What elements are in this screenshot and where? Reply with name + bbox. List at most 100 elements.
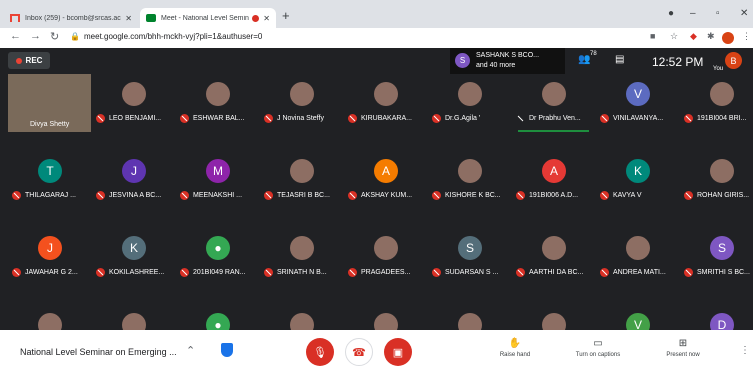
camera-icon[interactable]: ■ <box>650 31 655 41</box>
participant-name: LEO BENJAMI... <box>109 114 162 122</box>
participant-name: KISHORE K BC... <box>445 191 501 199</box>
self-avatar[interactable]: B <box>725 52 742 69</box>
participant-tile[interactable]: S SMRITHI S BC... <box>680 228 753 286</box>
mic-muted-icon <box>264 267 273 277</box>
participant-tile[interactable]: PRAGADEES... <box>344 228 427 286</box>
camera-off-button[interactable]: ▣ <box>384 338 412 366</box>
meeting-title[interactable]: National Level Seminar on Emerging ... <box>20 347 177 357</box>
participant-tile[interactable]: V VINILAVANYA... <box>596 74 679 132</box>
close-icon[interactable]: ✕ <box>125 14 132 23</box>
mic-muted-icon <box>432 113 441 123</box>
profile-avatar[interactable] <box>722 32 734 44</box>
tab-meet[interactable]: Meet - National Level Semin ✕ <box>140 8 276 28</box>
participant-tile[interactable]: A 191BI006 A.D... <box>512 151 595 209</box>
participant-name: MEENAKSHI ... <box>193 191 243 199</box>
forward-icon[interactable]: → <box>30 30 41 42</box>
participant-label: AARTHI DA BC... <box>516 266 583 278</box>
participant-label: KAVYA V <box>600 189 642 201</box>
participant-tile[interactable]: KISHORE K BC... <box>428 151 511 209</box>
raise-hand-button[interactable]: ✋ Raise hand <box>480 338 550 358</box>
url-field[interactable]: meet.google.com/bhh-mckh-vyj?pli=1&authu… <box>84 32 262 41</box>
participant-label: MEENAKSHI ... <box>180 189 242 201</box>
participant-name: TEJASRI B BC... <box>277 191 330 199</box>
participant-tile[interactable]: Dr.G.Agila ' <box>428 74 511 132</box>
participant-label: JAWAHAR G 2... <box>12 266 78 278</box>
participant-tile[interactable]: J JAWAHAR G 2... <box>8 228 91 286</box>
participant-label: THILAGARAJ ... <box>12 189 76 201</box>
participant-name: Divya Shetty <box>30 120 70 128</box>
captions-button[interactable]: ▭ Turn on captions <box>563 338 633 358</box>
minimize-icon[interactable]: – <box>690 8 696 19</box>
menu-icon[interactable]: ⋮ <box>742 31 751 42</box>
avatar-photo <box>458 82 482 106</box>
more-options-icon[interactable]: ⋮ <box>740 345 750 356</box>
participant-tile[interactable]: ESHWAR BAL... <box>176 74 259 132</box>
close-window-icon[interactable]: ✕ <box>740 8 748 19</box>
avatar-photo <box>710 159 734 183</box>
maximize-icon[interactable]: ▫ <box>716 8 720 19</box>
mic-muted-icon <box>684 113 693 123</box>
account-icon[interactable]: ● <box>668 8 674 19</box>
participant-tile[interactable]: A AKSHAY KUM... <box>344 151 427 209</box>
participant-tile[interactable]: ROHAN GIRIS... <box>680 151 753 209</box>
tab-inbox[interactable]: Inbox (259) - bcomb@srcas.ac.in ✕ <box>4 8 138 28</box>
participant-tile[interactable]: TEJASRI B BC... <box>260 151 343 209</box>
camera-off-icon: ▣ <box>392 346 404 359</box>
participant-tile[interactable]: 191BI004 BRI... <box>680 74 753 132</box>
participant-label: Dr Prabhu Ven... <box>516 112 581 124</box>
mic-muted-icon <box>96 267 105 277</box>
avatar-photo <box>290 82 314 106</box>
avatar: V <box>626 82 650 106</box>
participant-name: KIRUBAKARA... <box>361 114 412 122</box>
participant-tile[interactable]: ● 201BI049 RAN... <box>176 228 259 286</box>
participant-label: ROHAN GIRIS... <box>684 189 749 201</box>
participant-label: KOKILASHREE... <box>96 266 164 278</box>
participant-tile[interactable]: K KOKILASHREE... <box>92 228 175 286</box>
gmail-icon <box>10 14 20 22</box>
mic-muted-icon <box>516 190 525 200</box>
presenter-avatar: S <box>455 53 470 68</box>
extension-icon[interactable]: ◆ <box>690 31 697 42</box>
chevron-up-icon[interactable]: ⌃ <box>186 344 195 357</box>
presenter-info[interactable]: S SASHANK S BCO... and 40 more <box>450 48 565 74</box>
participant-name: 201BI049 RAN... <box>193 268 246 276</box>
lock-icon: 🔒 <box>70 32 80 41</box>
participant-label: KIRUBAKARA... <box>348 112 412 124</box>
new-tab-icon[interactable]: + <box>282 8 290 23</box>
participant-tile[interactable]: AARTHI DA BC... <box>512 228 595 286</box>
participant-label: SRINATH N B... <box>264 266 327 278</box>
participant-tile[interactable]: S SUDARSAN S ... <box>428 228 511 286</box>
leave-call-button[interactable]: ☎ <box>345 338 373 366</box>
participant-tile[interactable]: T THILAGARAJ ... <box>8 151 91 209</box>
mic-muted-icon <box>516 267 525 277</box>
star-icon[interactable]: ☆ <box>670 31 678 42</box>
avatar: K <box>626 159 650 183</box>
participant-tile[interactable]: K KAVYA V <box>596 151 679 209</box>
participant-tile[interactable]: Dr Prabhu Ven... <box>512 74 595 132</box>
participant-tile[interactable]: J JESVINA A BC... <box>92 151 175 209</box>
shield-icon[interactable] <box>221 343 233 357</box>
mic-off-button[interactable]: 🎙 <box>306 338 334 366</box>
presenter-more: and 40 more <box>476 62 516 69</box>
participant-tile[interactable]: J Novina Steffy <box>260 74 343 132</box>
puzzle-icon[interactable]: ✱ <box>707 31 715 42</box>
avatar-photo <box>542 82 566 106</box>
present-button[interactable]: ⊞ Present now <box>648 338 718 358</box>
reload-icon[interactable]: ↻ <box>50 30 59 43</box>
browser-chrome: Inbox (259) - bcomb@srcas.ac.in ✕ Meet -… <box>0 0 753 48</box>
participant-tile[interactable]: M MEENAKSHI ... <box>176 151 259 209</box>
avatar-photo <box>290 159 314 183</box>
participant-tile[interactable]: KIRUBAKARA... <box>344 74 427 132</box>
back-icon[interactable]: ← <box>10 30 21 42</box>
participant-tile[interactable]: LEO BENJAMI... <box>92 74 175 132</box>
close-icon[interactable]: ✕ <box>263 14 270 23</box>
record-dot-icon <box>15 57 22 64</box>
people-icon[interactable]: 👥 <box>578 54 590 65</box>
mic-muted-icon <box>348 267 357 277</box>
participant-tile[interactable]: SRINATH N B... <box>260 228 343 286</box>
self-video-tile[interactable]: Divya Shetty <box>8 74 91 132</box>
participant-tile[interactable]: ANDREA MATI... <box>596 228 679 286</box>
chat-icon[interactable]: ▤ <box>615 54 624 65</box>
mic-muted-icon <box>600 113 609 123</box>
mic-muted-icon <box>96 190 105 200</box>
